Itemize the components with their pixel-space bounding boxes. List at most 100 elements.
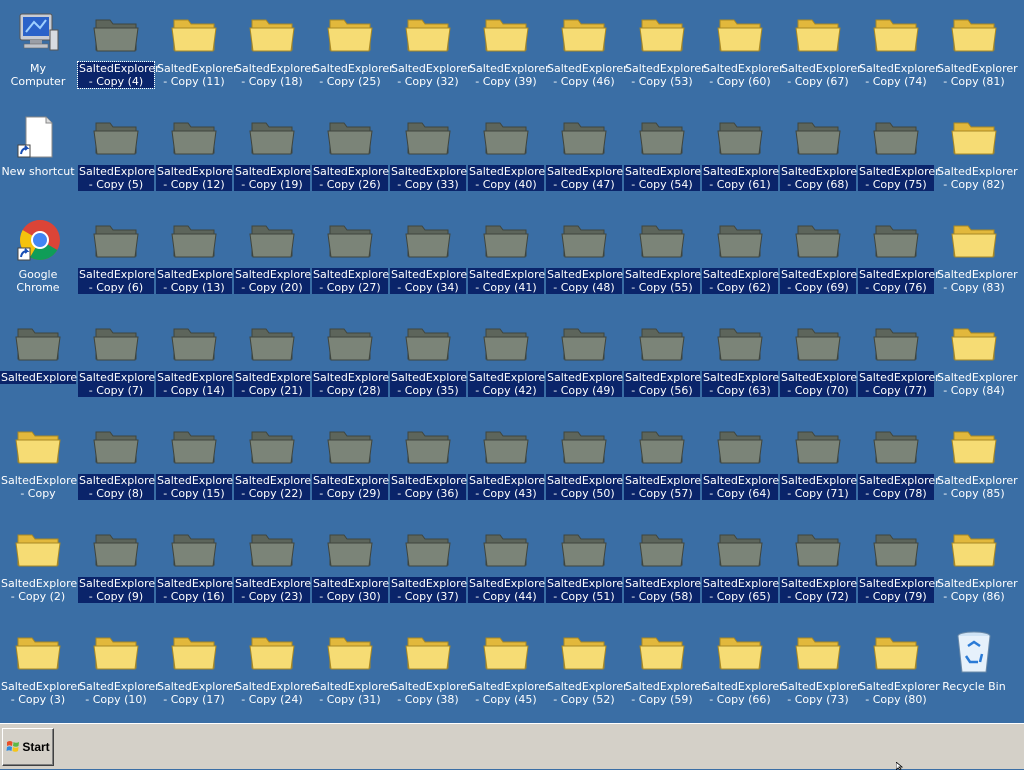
desktop-folder-icon[interactable]: SaltedExplorer - Copy (8) bbox=[78, 416, 160, 516]
desktop-folder-icon[interactable]: SaltedExplorer - Copy (25) bbox=[312, 4, 394, 104]
desktop-folder-icon[interactable]: SaltedExplorer - Copy (22) bbox=[234, 416, 316, 516]
desktop-icon-google-chrome[interactable]: Google Chrome bbox=[0, 210, 76, 310]
desktop-folder-icon[interactable]: SaltedExplorer - Copy (13) bbox=[156, 210, 238, 310]
desktop-folder-icon[interactable]: SaltedExplorer - Copy (72) bbox=[780, 519, 862, 619]
desktop-folder-icon[interactable]: SaltedExplorer - Copy (59) bbox=[624, 622, 706, 722]
desktop-folder-icon[interactable]: SaltedExplorer - Copy (32) bbox=[390, 4, 472, 104]
desktop-folder-icon[interactable]: S bbox=[1014, 107, 1024, 207]
desktop-icon-new-shortcut[interactable]: New shortcut bbox=[0, 107, 76, 207]
desktop-folder-icon[interactable]: SaltedExplorer - Copy (10) bbox=[78, 622, 160, 722]
desktop-folder-icon[interactable]: SaltedExplorer - Copy (55) bbox=[624, 210, 706, 310]
desktop-folder-icon[interactable]: SaltedExplorer - Copy (21) bbox=[234, 313, 316, 413]
desktop-folder-icon[interactable]: SaltedExplorer - Copy (9) bbox=[78, 519, 160, 619]
desktop-folder-icon[interactable]: SaltedExplorer - Copy (84) bbox=[936, 313, 1018, 413]
desktop-folder-icon[interactable]: SaltedExplorer - Copy (4) bbox=[77, 4, 160, 104]
desktop-folder-icon[interactable]: SaltedExplorer - Copy (69) bbox=[780, 210, 862, 310]
desktop-folder-icon[interactable]: SaltedExplorer - Copy (6) bbox=[78, 210, 160, 310]
desktop-folder-icon[interactable]: SaltedExplorer - Copy (63) bbox=[702, 313, 784, 413]
desktop-folder-icon[interactable]: SaltedExplorer - Copy (54) bbox=[624, 107, 706, 207]
desktop-folder-icon[interactable]: SaltedExplorer - Copy (75) bbox=[858, 107, 940, 207]
desktop-folder-icon[interactable]: S bbox=[1014, 519, 1024, 619]
desktop-folder-icon[interactable]: SaltedExplorer - Copy (46) bbox=[546, 4, 628, 104]
desktop-folder-icon[interactable]: SaltedExplorer - Copy (50) bbox=[546, 416, 628, 516]
desktop-folder-icon[interactable]: SaltedExplorer - Copy (77) bbox=[858, 313, 940, 413]
desktop-folder-icon[interactable]: SaltedExplorer - Copy (80) bbox=[858, 622, 940, 722]
desktop-folder-icon[interactable]: S bbox=[1014, 313, 1024, 413]
desktop-folder-icon[interactable]: S bbox=[1014, 210, 1024, 310]
desktop-folder-icon[interactable]: SaltedExplorer - Copy (15) bbox=[156, 416, 238, 516]
desktop-folder-icon[interactable]: SaltedExplorer - Copy (73) bbox=[780, 622, 862, 722]
desktop-folder-icon[interactable]: SaltedExplorer - Copy (35) bbox=[390, 313, 472, 413]
desktop-folder-icon[interactable]: SaltedExplorer - Copy (51) bbox=[546, 519, 628, 619]
desktop-folder-icon[interactable]: SaltedExplorer - Copy (7) bbox=[78, 313, 160, 413]
desktop-folder-icon[interactable]: SaltedExplorer - Copy (11) bbox=[156, 4, 238, 104]
desktop-folder-icon[interactable]: SaltedExplorer - Copy (76) bbox=[858, 210, 940, 310]
desktop-folder-icon[interactable]: SaltedExplorer - Copy (70) bbox=[780, 313, 862, 413]
desktop-folder-icon[interactable]: SaltedExplorer - Copy (60) bbox=[702, 4, 784, 104]
desktop-folder-icon[interactable]: SaltedExplorer - Copy (5) bbox=[78, 107, 160, 207]
desktop-folder-icon[interactable]: SaltedExplorer - Copy (57) bbox=[624, 416, 706, 516]
desktop-folder-icon[interactable]: SaltedExplorer - Copy (29) bbox=[312, 416, 394, 516]
desktop-folder-icon[interactable]: SaltedExplorer - Copy (42) bbox=[468, 313, 550, 413]
desktop-folder-icon[interactable]: SaltedExplorer - Copy (20) bbox=[234, 210, 316, 310]
desktop-folder-icon[interactable]: SaltedExplorer - Copy (24) bbox=[234, 622, 316, 722]
desktop-folder-icon[interactable]: SaltedExplorer - Copy (40) bbox=[468, 107, 550, 207]
desktop-folder-icon[interactable]: SaltedExplorer - Copy (26) bbox=[312, 107, 394, 207]
desktop-icon-recycle-bin[interactable]: Recycle Bin bbox=[936, 622, 1012, 722]
desktop-folder-icon[interactable]: SaltedExplorer - Copy (79) bbox=[858, 519, 940, 619]
desktop-folder-icon[interactable]: SaltedExplorer bbox=[0, 313, 82, 413]
desktop-folder-icon[interactable]: SaltedExplorer - Copy (85) bbox=[936, 416, 1018, 516]
desktop-folder-icon[interactable]: SaltedExplorer - Copy (31) bbox=[312, 622, 394, 722]
desktop-folder-icon[interactable]: SaltedExplorer - Copy (41) bbox=[468, 210, 550, 310]
desktop-folder-icon[interactable]: SaltedExplorer - Copy (74) bbox=[858, 4, 940, 104]
desktop-folder-icon[interactable]: SaltedExplorer - Copy (78) bbox=[858, 416, 940, 516]
desktop-folder-icon[interactable]: SaltedExplorer - Copy (68) bbox=[780, 107, 862, 207]
desktop-folder-icon[interactable]: SaltedExplorer - Copy (43) bbox=[468, 416, 550, 516]
desktop-folder-icon[interactable]: SaltedExplorer - Copy (52) bbox=[546, 622, 628, 722]
desktop-folder-icon[interactable]: SaltedExplorer - Copy (34) bbox=[390, 210, 472, 310]
desktop-folder-icon[interactable]: SaltedExplorer - Copy (28) bbox=[312, 313, 394, 413]
desktop-folder-icon[interactable]: SaltedExplorer - Copy (38) bbox=[390, 622, 472, 722]
desktop-folder-icon[interactable]: SaltedExplorer - Copy (12) bbox=[156, 107, 238, 207]
desktop-folder-icon[interactable]: SaltedExplorer - Copy (67) bbox=[780, 4, 862, 104]
desktop-folder-icon[interactable]: SaltedExplorer - Copy (14) bbox=[156, 313, 238, 413]
desktop-folder-icon[interactable]: SaltedExplorer - Copy (62) bbox=[702, 210, 784, 310]
desktop-folder-icon[interactable]: SaltedExplorer - Copy (18) bbox=[234, 4, 316, 104]
desktop-folder-icon[interactable]: SaltedExplorer - Copy (65) bbox=[702, 519, 784, 619]
desktop-folder-icon[interactable]: S bbox=[1014, 416, 1024, 516]
desktop-folder-icon[interactable]: SaltedExplorer - Copy (36) bbox=[390, 416, 472, 516]
desktop-folder-icon[interactable]: SaltedExplorer - Copy (66) bbox=[702, 622, 784, 722]
desktop-folder-icon[interactable]: SaltedExplorer - Copy (17) bbox=[156, 622, 238, 722]
desktop-folder-icon[interactable]: SaltedExplorer - Copy (27) bbox=[312, 210, 394, 310]
desktop-folder-icon[interactable]: SaltedExplorer - Copy (64) bbox=[702, 416, 784, 516]
desktop-folder-icon[interactable]: SaltedExplorer - Copy (48) bbox=[546, 210, 628, 310]
desktop-folder-icon[interactable]: SaltedExplorer - Copy (30) bbox=[312, 519, 394, 619]
desktop-folder-icon[interactable]: SaltedExplorer - Copy (45) bbox=[468, 622, 550, 722]
desktop-folder-icon[interactable]: SaltedExplorer - Copy (71) bbox=[780, 416, 862, 516]
desktop-folder-icon[interactable]: SaltedExplorer - Copy (23) bbox=[234, 519, 316, 619]
desktop-folder-icon[interactable]: SaltedExplorer - Copy (39) bbox=[468, 4, 550, 104]
desktop-folder-icon[interactable]: SaltedExplorer - Copy (49) bbox=[546, 313, 628, 413]
start-button[interactable]: Start bbox=[2, 728, 54, 766]
desktop-folder-icon[interactable]: SaltedExplorer - Copy (56) bbox=[624, 313, 706, 413]
desktop-folder-icon[interactable]: SaltedExplorer - Copy (58) bbox=[624, 519, 706, 619]
desktop-folder-icon[interactable]: SaltedExplorer - Copy bbox=[0, 416, 82, 516]
desktop-folder-icon[interactable]: SaltedExplorer - Copy (3) bbox=[0, 622, 82, 722]
desktop-folder-icon[interactable]: SaltedExplorer - Copy (2) bbox=[0, 519, 82, 619]
desktop-folder-icon[interactable]: SaltedExplorer - Copy (37) bbox=[390, 519, 472, 619]
desktop-folder-icon[interactable]: SaltedExplorer - Copy (44) bbox=[468, 519, 550, 619]
desktop-folder-icon[interactable]: SaltedExplorer - Copy (81) bbox=[936, 4, 1018, 104]
desktop-folder-icon[interactable]: SaltedExplorer - Copy (86) bbox=[936, 519, 1018, 619]
desktop-folder-icon[interactable]: SaltedExplorer - Copy (19) bbox=[234, 107, 316, 207]
desktop-folder-icon[interactable]: SaltedExplorer - Copy (33) bbox=[390, 107, 472, 207]
desktop-folder-icon[interactable]: SaltedExplorer - Copy (61) bbox=[702, 107, 784, 207]
desktop-folder-icon[interactable]: S bbox=[1014, 622, 1024, 722]
desktop-folder-icon[interactable]: SaltedExplorer - Copy (82) bbox=[936, 107, 1018, 207]
desktop-icon-my-computer[interactable]: My Computer bbox=[0, 4, 76, 104]
desktop-folder-icon[interactable]: S bbox=[1014, 4, 1024, 104]
desktop-folder-icon[interactable]: SaltedExplorer - Copy (16) bbox=[156, 519, 238, 619]
desktop[interactable]: My Computer New shortcut Google Chrome S… bbox=[0, 0, 1024, 723]
desktop-folder-icon[interactable]: SaltedExplorer - Copy (83) bbox=[936, 210, 1018, 310]
desktop-folder-icon[interactable]: SaltedExplorer - Copy (53) bbox=[624, 4, 706, 104]
desktop-folder-icon[interactable]: SaltedExplorer - Copy (47) bbox=[546, 107, 628, 207]
